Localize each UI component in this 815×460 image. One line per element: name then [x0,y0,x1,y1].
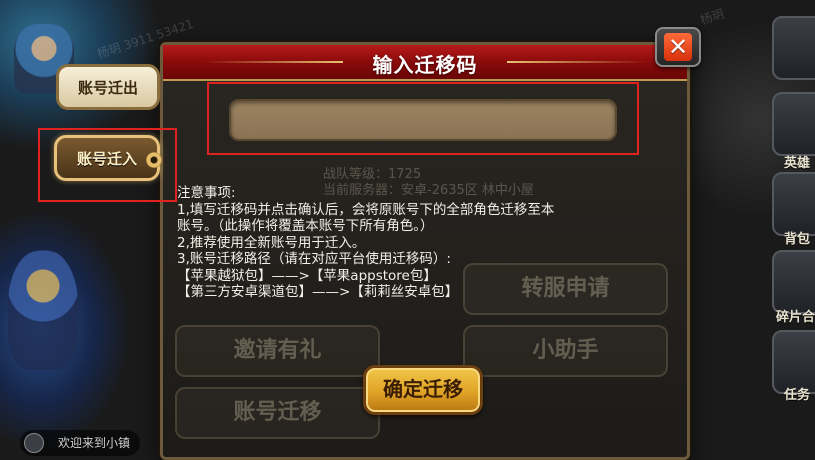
rail-button-bag[interactable] [772,172,815,236]
notes-line-1: 1,填写迁移码并点击确认后，会将原账号下的全部角色迁移至本 [177,201,555,218]
notes-line-2: 账号。（此操作将覆盖本账号下所有角色。） [177,218,434,234]
rail-label-bag: 背包 [784,232,811,247]
notes-line-4: 3,账号迁移路径（请在对应平台使用迁移码）: [177,251,451,267]
notes-line-5: 【苹果越狱包】——>【苹果appstore包】 [177,267,437,284]
hero-figure-left [8,250,78,370]
ghost-button-invite: 邀请有礼 [175,325,380,377]
rail-label-fragments: 碎片合 [776,310,815,325]
welcome-chat-bar[interactable]: 欢迎来到小镇 [20,430,140,456]
notes-line-3: 2,推荐使用全新账号用于迁入。 [177,234,366,251]
modal-title: 输入迁移码 [372,53,478,77]
tab-account-import[interactable]: 账号迁入 [54,135,160,181]
rail-button-top[interactable] [772,16,815,80]
notes-block: 注意事项: 1,填写迁移码并点击确认后，会将原账号下的全部角色迁移至本 账号。（… [177,185,677,301]
ghost-button-migrate: 账号迁移 [175,387,380,439]
rail-button-hero[interactable] [772,92,815,156]
ghost-button-helper: 小助手 [463,325,668,377]
close-button[interactable]: ✕ [655,27,701,67]
close-icon: ✕ [664,33,692,61]
confirm-migrate-button[interactable]: 确定迁移 [363,365,483,415]
rail-button-fragments[interactable] [772,250,815,314]
rail-label-tasks: 任务 [784,388,811,403]
migration-code-input[interactable] [229,99,617,141]
migration-modal: 输入迁移码 战队等级：1725 当前服务器：安卓-2635区 林中小屋 转服申请… [160,42,690,460]
chat-avatar-icon [24,433,44,453]
notes-line-6: 【第三方安卓渠道包】——>【莉莉丝安卓包】 [177,284,459,300]
notes-heading: 注意事项: [177,185,236,201]
modal-header: 输入迁移码 [163,45,687,81]
rail-label-hero: 英雄 [784,156,811,171]
welcome-text: 欢迎来到小镇 [58,436,131,450]
tab-account-export[interactable]: 账号迁出 [56,64,160,110]
tab-selected-pin-icon [146,152,162,168]
